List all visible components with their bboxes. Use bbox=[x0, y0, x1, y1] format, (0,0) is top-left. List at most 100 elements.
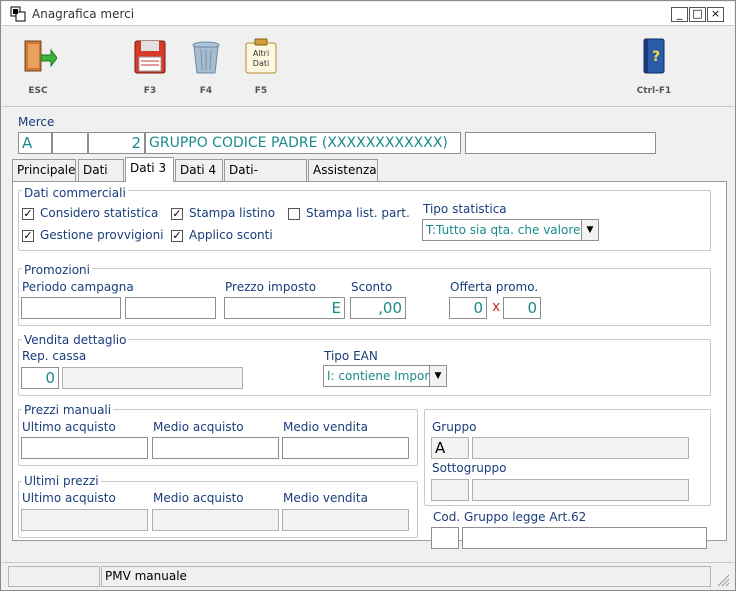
tipo-ean-select[interactable]: I: contiene Import ▼ bbox=[323, 365, 447, 387]
rep-cassa-field[interactable]: 0 bbox=[21, 367, 59, 389]
tab-dati-2[interactable]: Dati 2 bbox=[78, 159, 124, 197]
status-panel-1 bbox=[8, 566, 100, 587]
up-medio-vendita-field bbox=[282, 509, 409, 531]
tipo-ean-label: Tipo EAN bbox=[324, 349, 378, 363]
up-medio-vend-label: Medio vendita bbox=[283, 491, 368, 505]
close-button[interactable]: × bbox=[707, 7, 724, 22]
svg-text:?: ? bbox=[652, 49, 660, 65]
ctrl-f1-label: Ctrl-F1 bbox=[636, 86, 672, 96]
merce-label: Merce bbox=[18, 115, 55, 129]
periodo-end-field[interactable] bbox=[125, 297, 216, 319]
tab-dati-statistici[interactable]: Dati-statistici bbox=[224, 159, 307, 197]
cod-gruppo-legge-description-field[interactable] bbox=[462, 527, 707, 549]
stampa-list-part-label: Stampa list. part. bbox=[306, 206, 410, 220]
ultimi-prezzi-title: Ultimi prezzi bbox=[22, 474, 101, 488]
offerta-promo-label: Offerta promo. bbox=[450, 280, 539, 294]
up-medio-acq-label: Medio acquisto bbox=[153, 491, 244, 505]
merce-extra-field[interactable] bbox=[465, 132, 656, 154]
merce-code2-field[interactable] bbox=[52, 132, 88, 154]
gruppo-label: Gruppo bbox=[432, 420, 477, 434]
pm-medio-vend-label: Medio vendita bbox=[283, 420, 368, 434]
stampa-list-part-checkbox[interactable] bbox=[288, 208, 300, 220]
prezzo-imposto-label: Prezzo imposto bbox=[225, 280, 317, 294]
f5-button[interactable]: Altri Dati F5 bbox=[236, 37, 286, 96]
applico-sconti-label: Applico sconti bbox=[189, 228, 273, 242]
rep-cassa-description-field bbox=[62, 367, 243, 389]
merce-code3-field[interactable]: 2 bbox=[88, 132, 145, 154]
title-bar[interactable]: Anagrafica merci _ □ × bbox=[2, 2, 734, 26]
chevron-down-icon[interactable]: ▼ bbox=[429, 366, 446, 386]
up-medio-acquisto-field bbox=[152, 509, 279, 531]
sottogruppo-label: Sottogruppo bbox=[432, 461, 507, 475]
considero-statistica-checkbox[interactable]: ✓ bbox=[22, 208, 34, 220]
f4-button[interactable]: F4 bbox=[181, 37, 231, 96]
vendita-dettaglio-title: Vendita dettaglio bbox=[22, 333, 129, 347]
f3-label: F3 bbox=[143, 86, 157, 96]
maximize-button[interactable]: □ bbox=[689, 7, 706, 22]
help-book-icon: ? bbox=[643, 38, 665, 74]
stampa-listino-label: Stampa listino bbox=[189, 206, 276, 220]
trash-icon bbox=[192, 41, 220, 74]
f4-label: F4 bbox=[199, 86, 213, 96]
pm-medio-acq-label: Medio acquisto bbox=[153, 420, 244, 434]
merce-code1-field[interactable]: A bbox=[18, 132, 52, 154]
toolbar: ESC F3 F4 Altri Dati F5 ? Ctrl-F1 bbox=[2, 27, 734, 107]
sconto-field[interactable]: ,00 bbox=[350, 297, 406, 319]
pm-ultimo-label: Ultimo acquisto bbox=[22, 420, 116, 434]
save-floppy-icon bbox=[134, 40, 166, 74]
window-title: Anagrafica merci bbox=[32, 7, 135, 21]
resize-grip-icon[interactable] bbox=[714, 571, 730, 587]
applico-sconti-checkbox[interactable]: ✓ bbox=[171, 230, 183, 242]
up-ultimo-label: Ultimo acquisto bbox=[22, 491, 116, 505]
sconto-label: Sconto bbox=[351, 280, 393, 294]
tab-dati-4[interactable]: Dati 4 bbox=[175, 159, 223, 181]
esc-button[interactable]: ESC bbox=[13, 37, 63, 96]
f5-label: F5 bbox=[254, 86, 268, 96]
prezzi-manuali-title: Prezzi manuali bbox=[22, 403, 114, 417]
tab-dati-3[interactable]: Dati 3 bbox=[125, 157, 174, 182]
merce-description-field[interactable]: GRUPPO CODICE PADRE (XXXXXXXXXXXX) bbox=[145, 132, 461, 154]
esc-label: ESC bbox=[28, 86, 48, 96]
pm-ultimo-acquisto-field[interactable] bbox=[21, 437, 148, 459]
promozioni-title: Promozioni bbox=[22, 263, 92, 277]
status-panel-2: PMV manuale bbox=[101, 566, 711, 587]
help-button[interactable]: ? Ctrl-F1 bbox=[629, 37, 679, 96]
dati-commerciali-title: Dati commerciali bbox=[22, 186, 128, 200]
minimize-button[interactable]: _ bbox=[671, 7, 688, 22]
tipo-statistica-label: Tipo statistica bbox=[423, 202, 507, 216]
sottogruppo-code-field bbox=[431, 479, 469, 501]
tipo-statistica-value: T:Tutto sia qta. che valore bbox=[426, 223, 581, 237]
sottogruppo-description-field bbox=[472, 479, 689, 501]
tipo-statistica-select[interactable]: T:Tutto sia qta. che valore ▼ bbox=[422, 219, 599, 241]
tab-principale[interactable]: Principale bbox=[12, 159, 76, 181]
gruppo-code-field: A bbox=[431, 437, 469, 459]
cod-gruppo-legge-label: Cod. Gruppo legge Art.62 bbox=[433, 510, 587, 524]
exit-door-icon bbox=[24, 40, 58, 72]
tab-assistenza[interactable]: Assistenza bbox=[308, 159, 378, 181]
offerta-qty-field[interactable]: 0 bbox=[449, 297, 487, 319]
f3-button[interactable]: F3 bbox=[125, 37, 175, 96]
offerta-x-label: x bbox=[492, 299, 501, 315]
main-window: Anagrafica merci _ □ × ESC F3 F4 Altri D… bbox=[0, 0, 736, 591]
prezzo-imposto-field[interactable]: E bbox=[224, 297, 345, 319]
tab-panel-dati-3: Dati commerciali ✓ Considero statistica … bbox=[12, 181, 727, 549]
f5-icon-text-1: Altri bbox=[253, 49, 269, 58]
up-ultimo-acquisto-field bbox=[21, 509, 148, 531]
cod-gruppo-legge-code-field[interactable] bbox=[431, 527, 459, 549]
gruppo-description-field bbox=[472, 437, 689, 459]
app-icon bbox=[10, 6, 26, 22]
pm-medio-acquisto-field[interactable] bbox=[152, 437, 279, 459]
periodo-start-field[interactable] bbox=[21, 297, 121, 319]
status-bar: PMV manuale bbox=[2, 562, 734, 590]
considero-statistica-label: Considero statistica bbox=[40, 206, 159, 220]
periodo-campagna-label: Periodo campagna bbox=[22, 280, 134, 294]
pm-medio-vendita-field[interactable] bbox=[282, 437, 409, 459]
rep-cassa-label: Rep. cassa bbox=[22, 349, 87, 363]
gestione-provvigioni-checkbox[interactable]: ✓ bbox=[22, 230, 34, 242]
gestione-provvigioni-label: Gestione provvigioni bbox=[40, 228, 164, 242]
stampa-listino-checkbox[interactable]: ✓ bbox=[171, 208, 183, 220]
f5-icon-text-2: Dati bbox=[253, 59, 269, 68]
tipo-ean-value: I: contiene Import bbox=[327, 369, 434, 383]
offerta-pay-field[interactable]: 0 bbox=[503, 297, 541, 319]
chevron-down-icon[interactable]: ▼ bbox=[581, 220, 598, 240]
